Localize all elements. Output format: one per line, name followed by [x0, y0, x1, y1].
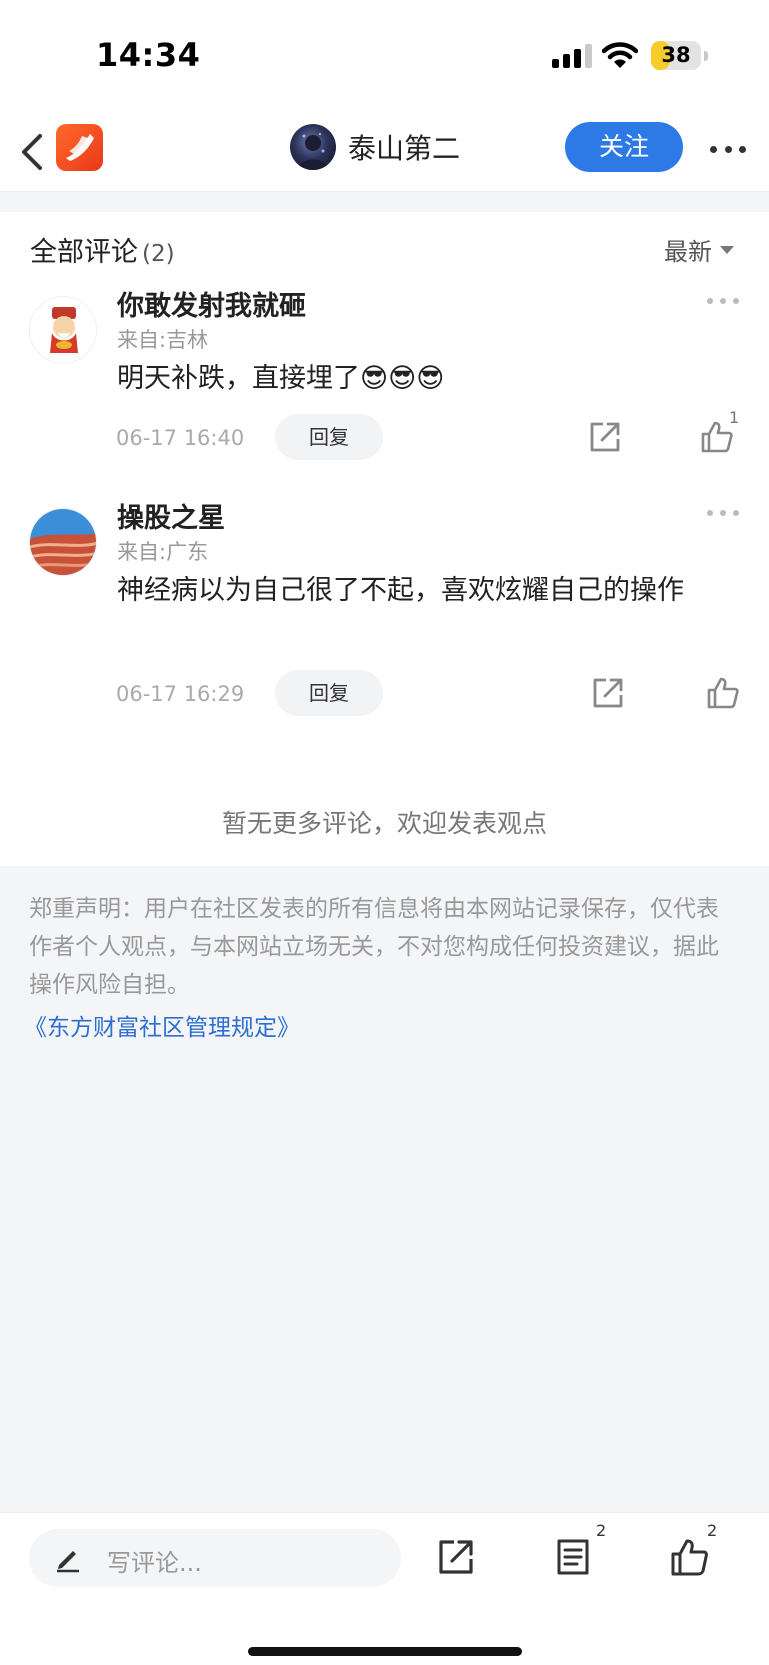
status-bar: 14:34 38 [0, 0, 769, 112]
bottom-bar: 写评论... 2 2 [0, 1512, 769, 1665]
pen-icon [57, 1551, 79, 1573]
comments-count: (2) [142, 241, 175, 267]
comment-time: 06-17 16:40 [116, 426, 245, 450]
author-info[interactable]: 泰山第二 [290, 124, 460, 170]
like-icon[interactable] [670, 1537, 710, 1577]
like-count: 1 [729, 408, 740, 427]
share-icon[interactable] [591, 676, 625, 710]
comments-title: 全部评论 [30, 237, 138, 268]
commenter-name[interactable]: 操股之星 [117, 496, 225, 535]
comment-input[interactable]: 写评论... [29, 1529, 401, 1587]
comments-section: 全部评论 (2) 最新 你敢发射我就砸 来自:吉林 明天补跌，直接埋了😎😎😎 06… [0, 212, 769, 866]
sort-dropdown[interactable]: 最新 [664, 232, 734, 267]
commenter-location: 来自:广东 [117, 540, 209, 564]
status-time: 14:34 [96, 36, 201, 74]
commenter-location: 来自:吉林 [117, 328, 209, 352]
comment-more-icon[interactable] [707, 296, 739, 306]
app-logo[interactable] [56, 124, 103, 171]
section-divider [0, 192, 769, 212]
top-nav: 泰山第二 关注 [0, 112, 769, 192]
comments-header: 全部评论 (2) [30, 230, 175, 269]
author-name[interactable]: 泰山第二 [348, 127, 460, 167]
comment-item: 操股之星 来自:广东 神经病以为自己很了不起，喜欢炫耀自己的操作 06-17 1… [0, 496, 769, 746]
wifi-icon [602, 42, 638, 68]
comments-count-badge: 2 [596, 1521, 607, 1540]
reply-button[interactable]: 回复 [275, 414, 383, 460]
battery-icon: 38 [651, 41, 701, 70]
dropdown-arrow-icon [720, 245, 734, 254]
comment-item: 你敢发射我就砸 来自:吉林 明天补跌，直接埋了😎😎😎 06-17 16:40 回… [0, 284, 769, 494]
share-icon[interactable] [588, 420, 622, 454]
comment-input-placeholder: 写评论... [107, 1549, 202, 1577]
share-icon[interactable] [436, 1537, 476, 1577]
sort-label: 最新 [664, 238, 712, 266]
battery-level: 38 [661, 43, 691, 67]
home-indicator [248, 1647, 522, 1656]
likes-count-badge: 2 [707, 1521, 718, 1540]
commenter-name[interactable]: 你敢发射我就砸 [117, 284, 306, 323]
commenter-avatar[interactable] [29, 296, 97, 364]
back-arrow-icon[interactable] [18, 130, 48, 174]
commenter-avatar[interactable] [29, 508, 97, 576]
comments-icon[interactable] [553, 1537, 593, 1577]
no-more-comments: 暂无更多评论，欢迎发表观点 [221, 809, 547, 838]
author-avatar[interactable] [290, 124, 336, 170]
disclaimer-area: 郑重声明：用户在社区发表的所有信息将由本网站记录保存，仅代表作者个人观点，与本网… [0, 866, 769, 1512]
logo-mark-icon [66, 134, 94, 161]
comment-text: 神经病以为自己很了不起，喜欢炫耀自己的操作 [117, 575, 684, 606]
comment-more-icon[interactable] [707, 508, 739, 518]
comment-time: 06-17 16:29 [116, 682, 245, 706]
community-rules-link[interactable]: 《东方财富社区管理规定》 [24, 1008, 300, 1042]
like-icon[interactable] [706, 676, 740, 710]
disclaimer-text: 郑重声明：用户在社区发表的所有信息将由本网站记录保存，仅代表作者个人观点，与本网… [29, 896, 719, 998]
battery-cap [704, 51, 708, 61]
cellular-signal-icon [552, 44, 592, 68]
more-options-icon[interactable] [710, 134, 746, 164]
reply-button[interactable]: 回复 [275, 670, 383, 716]
follow-button[interactable]: 关注 [565, 122, 683, 172]
comment-text: 明天补跌，直接埋了😎😎😎 [117, 363, 445, 394]
